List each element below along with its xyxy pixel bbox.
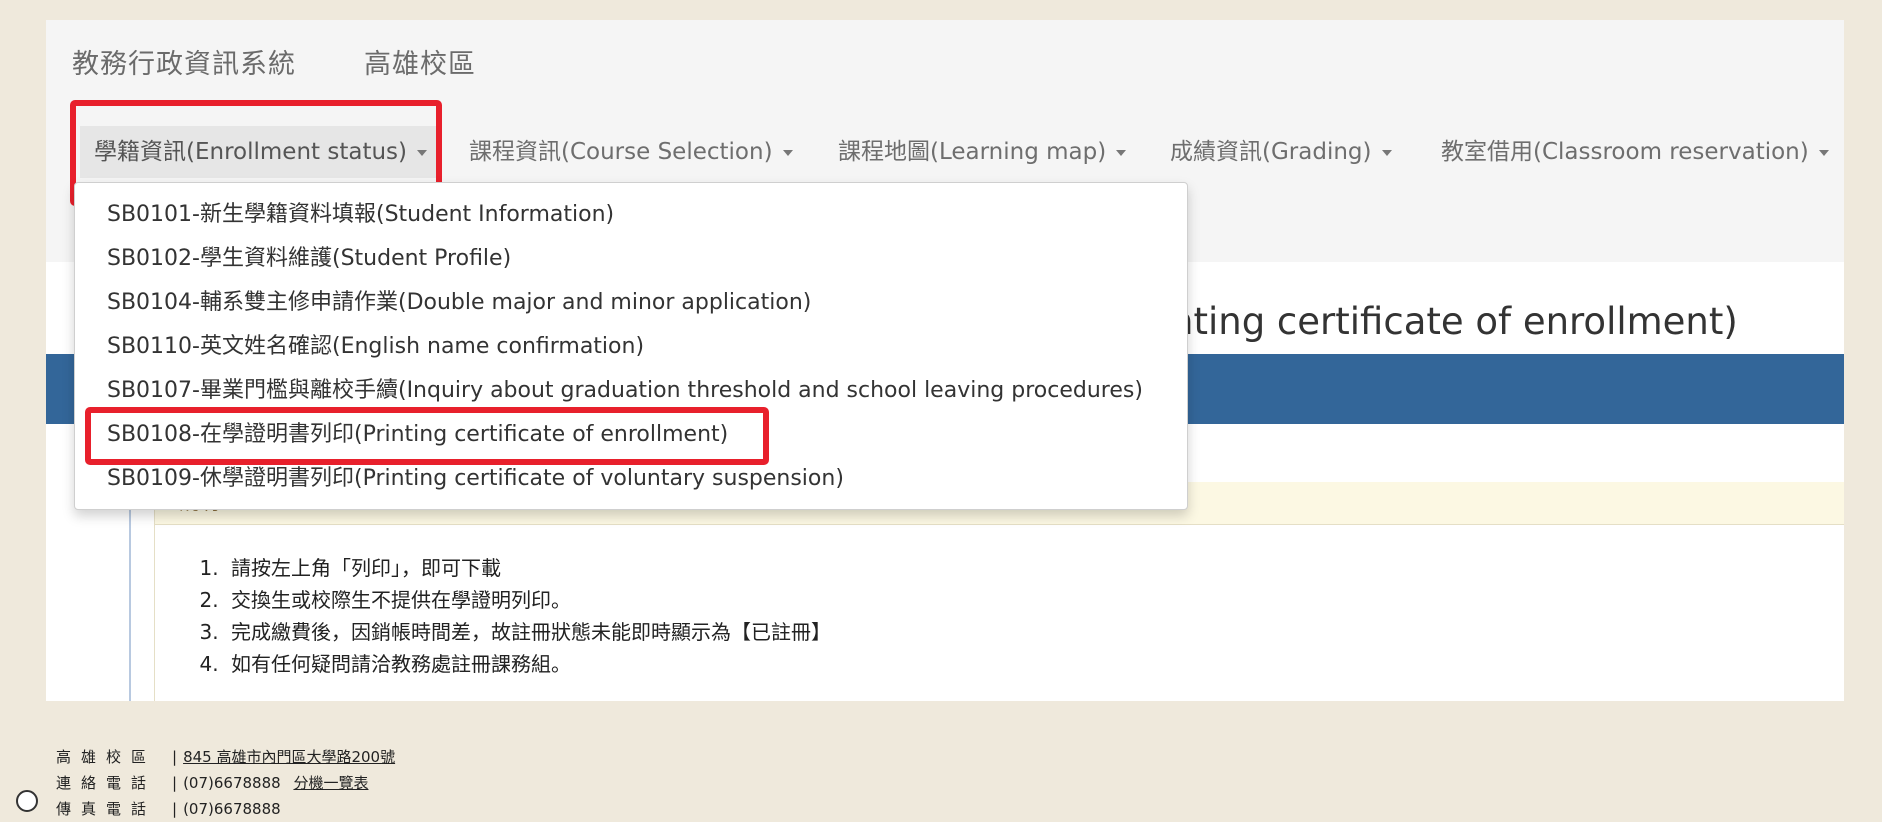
list-item: 完成繳費後，因銷帳時間差，故註冊狀態未能即時顯示為【已註冊】 <box>225 616 831 648</box>
menu-item-sb0101[interactable]: SB0101-新生學籍資料填報(Student Information) <box>107 195 614 235</box>
footer-separator: | <box>172 748 178 766</box>
list-item: 請按左上角「列印」，即可下載 <box>225 552 831 584</box>
nav-course-selection-label: 課程資訊(Course Selection) <box>469 139 773 165</box>
nav-grading-label: 成績資訊(Grading) <box>1170 139 1372 165</box>
enrollment-dropdown-menu: SB0101-新生學籍資料填報(Student Information) SB0… <box>74 182 1188 510</box>
extension-list-link[interactable]: 分機一覽表 <box>293 774 368 792</box>
main-frame: 教務行政資訊系統 高雄校區 學籍資訊(Enrollment status) 課程… <box>46 20 1844 701</box>
menu-item-sb0109[interactable]: SB0109-休學證明書列印(Printing certificate of v… <box>107 459 844 499</box>
system-name[interactable]: 教務行政資訊系統 <box>72 42 296 81</box>
caret-down-icon <box>782 149 793 156</box>
campus-name: 高雄校區 <box>364 49 476 80</box>
footer-separator: | <box>172 774 178 792</box>
footer-address-label: 高雄校區 <box>56 748 157 766</box>
nav-enrollment-status-label: 學籍資訊(Enrollment status) <box>94 139 407 165</box>
footer-phone: (07)6678888 <box>183 774 281 792</box>
list-item: 交換生或校際生不提供在學證明列印。 <box>225 584 831 616</box>
menu-item-sb0102[interactable]: SB0102-學生資料維護(Student Profile) <box>107 239 511 279</box>
nav-classroom-reservation[interactable]: 教室借用(Classroom reservation) <box>1441 126 1829 178</box>
nav-grading[interactable]: 成績資訊(Grading) <box>1170 126 1392 178</box>
footer-fax-row: 傳真電話 | (07)6678888 <box>56 796 395 822</box>
caret-down-icon <box>417 149 427 156</box>
accessibility-icon[interactable] <box>16 790 38 812</box>
footer-address-link[interactable]: 845 高雄市內門區大學路200號 <box>183 748 395 766</box>
footer-phone-label: 連絡電話 <box>56 774 157 792</box>
nav-enrollment-status[interactable]: 學籍資訊(Enrollment status) <box>80 126 441 178</box>
list-item: 如有任何疑問請洽教務處註冊課務組。 <box>225 648 831 680</box>
footer-fax-label: 傳真電話 <box>56 800 157 818</box>
nav-classroom-reservation-label: 教室借用(Classroom reservation) <box>1441 139 1809 165</box>
footer-phone-row: 連絡電話 | (07)6678888 分機一覽表 <box>56 770 395 796</box>
menu-item-sb0110[interactable]: SB0110-英文姓名確認(English name confirmation) <box>107 327 644 367</box>
menu-item-sb0108[interactable]: SB0108-在學證明書列印(Printing certificate of e… <box>107 415 728 455</box>
notes-panel: 說明 請按左上角「列印」，即可下載 交換生或校際生不提供在學證明列印。 完成繳費… <box>154 482 1844 701</box>
menu-item-sb0107[interactable]: SB0107-畢業門檻與離校手續(Inquiry about graduatio… <box>107 371 1143 411</box>
footer: 高雄校區 | 845 高雄市內門區大學路200號 連絡電話 | (07)6678888 … <box>56 744 395 822</box>
nav-learning-map[interactable]: 課程地圖(Learning map) <box>838 126 1127 178</box>
notes-list: 請按左上角「列印」，即可下載 交換生或校際生不提供在學證明列印。 完成繳費後，因… <box>203 552 831 680</box>
caret-down-icon <box>1818 149 1829 156</box>
divider-line <box>129 490 131 701</box>
nav-course-selection[interactable]: 課程資訊(Course Selection) <box>469 126 793 178</box>
page-title: nting certificate of enrollment) <box>1170 300 1738 343</box>
caret-down-icon <box>1381 149 1392 156</box>
caret-down-icon <box>1116 149 1127 156</box>
nav-learning-map-label: 課程地圖(Learning map) <box>838 139 1107 165</box>
footer-address-row: 高雄校區 | 845 高雄市內門區大學路200號 <box>56 744 395 770</box>
menu-item-sb0104[interactable]: SB0104-輔系雙主修申請作業(Double major and minor … <box>107 283 811 323</box>
